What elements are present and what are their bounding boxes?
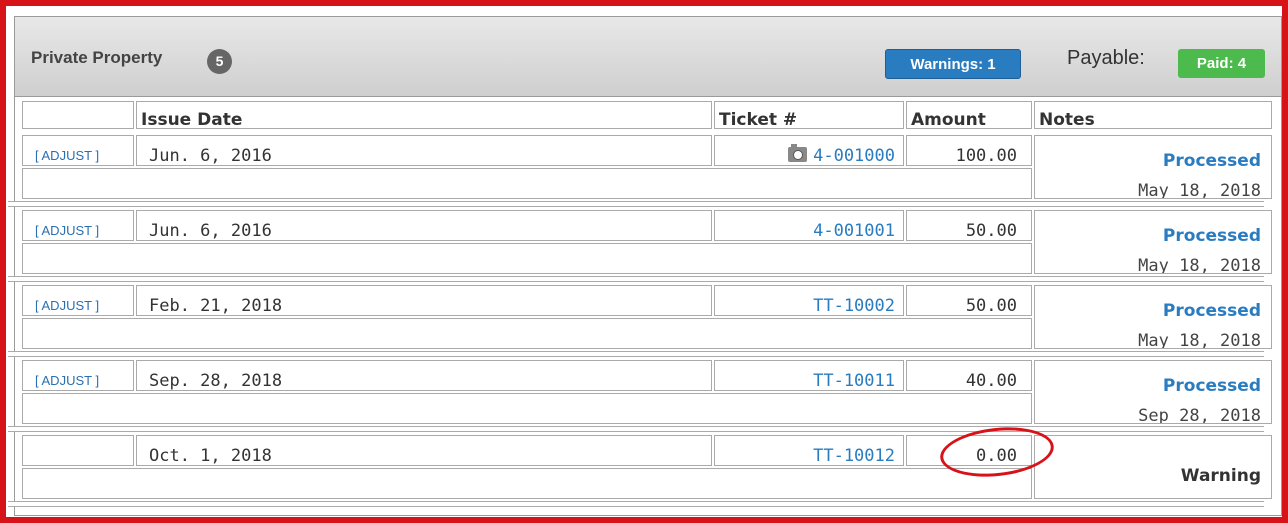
issue-date-cell: Feb. 21, 2018 (136, 285, 712, 316)
amount-cell: 40.00 (906, 360, 1032, 391)
status-date: May 18, 2018 (1138, 256, 1261, 274)
amount-cell: 100.00 (906, 135, 1032, 166)
adjust-button[interactable]: [ ADJUST ] (22, 210, 134, 241)
column-header-amount: Amount (906, 101, 1032, 129)
row-detail-strip (22, 468, 1032, 499)
paid-badge[interactable]: Paid: 4 (1178, 49, 1265, 78)
status-date: May 18, 2018 (1138, 181, 1261, 199)
ticket-link[interactable]: 4-001000 (813, 146, 895, 165)
count-badge: 5 (207, 49, 232, 74)
notes-cell: Processed Sep 28, 2018 (1034, 360, 1272, 424)
status-label: Processed (1162, 376, 1261, 396)
ticket-cell: TT-10011 (714, 360, 904, 391)
ticket-link[interactable]: 4-001001 (813, 221, 895, 240)
panel-header: Private Property 5 Warnings: 1 Payable: … (15, 17, 1281, 97)
column-header-blank (22, 101, 134, 129)
warnings-badge[interactable]: Warnings: 1 (885, 49, 1021, 79)
ticket-link[interactable]: TT-10011 (813, 371, 895, 390)
column-header-ticket: Ticket # (714, 101, 904, 129)
ticket-cell: 4-001000 (714, 135, 904, 166)
ticket-link[interactable]: TT-10002 (813, 296, 895, 315)
amount-cell: 50.00 (906, 210, 1032, 241)
column-header-notes: Notes (1034, 101, 1272, 129)
notes-cell: Processed May 18, 2018 (1034, 135, 1272, 199)
ticket-cell: 4-001001 (714, 210, 904, 241)
issue-date-cell: Oct. 1, 2018 (136, 435, 712, 466)
row-separator (8, 501, 1264, 507)
row-detail-strip (22, 168, 1032, 199)
status-date: Sep 28, 2018 (1138, 406, 1261, 424)
status-label: Processed (1162, 301, 1261, 321)
status-label: Processed (1162, 151, 1261, 171)
notes-cell: Warning (1034, 435, 1272, 499)
issue-date-cell: Jun. 6, 2016 (136, 135, 712, 166)
status-label: Warning (1180, 466, 1261, 486)
amount-cell: 50.00 (906, 285, 1032, 316)
row-separator (8, 426, 1264, 432)
notes-cell: Processed May 18, 2018 (1034, 285, 1272, 349)
adjust-button (22, 435, 134, 466)
adjust-button[interactable]: [ ADJUST ] (22, 135, 134, 166)
row-detail-strip (22, 318, 1032, 349)
ticket-link[interactable]: TT-10012 (813, 446, 895, 465)
ticket-cell: TT-10002 (714, 285, 904, 316)
issue-date-cell: Sep. 28, 2018 (136, 360, 712, 391)
status-date: May 18, 2018 (1138, 331, 1261, 349)
row-separator (8, 276, 1264, 282)
status-label: Processed (1162, 226, 1261, 246)
column-header-issue-date: Issue Date (136, 101, 712, 129)
camera-icon[interactable] (788, 144, 808, 162)
panel-title: Private Property (31, 48, 163, 67)
adjust-button[interactable]: [ ADJUST ] (22, 285, 134, 316)
ticket-cell: TT-10012 (714, 435, 904, 466)
payable-label: Payable: (1067, 47, 1145, 69)
row-detail-strip (22, 393, 1032, 424)
notes-cell: Processed May 18, 2018 (1034, 210, 1272, 274)
row-separator (8, 351, 1264, 357)
row-separator (8, 201, 1264, 207)
adjust-button[interactable]: [ ADJUST ] (22, 360, 134, 391)
issue-date-cell: Jun. 6, 2016 (136, 210, 712, 241)
row-detail-strip (22, 243, 1032, 274)
